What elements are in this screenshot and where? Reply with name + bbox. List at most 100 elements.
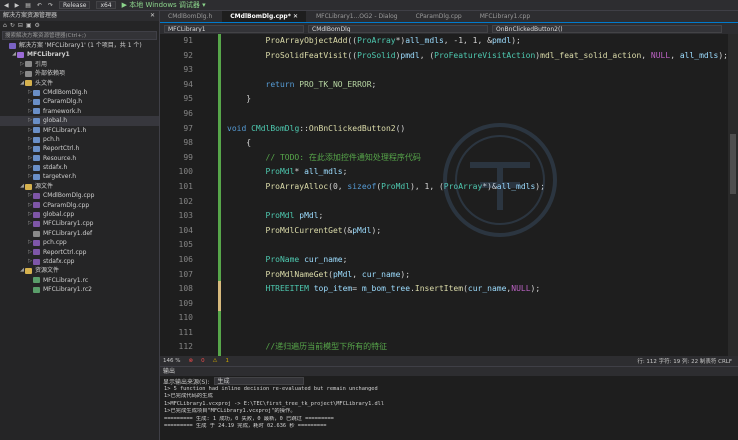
line-number: 108: [178, 284, 193, 294]
tree-item-label: MFCLibrary1.cpp: [43, 220, 94, 228]
solution-explorer-empty-area: [0, 352, 160, 440]
settings-icon[interactable]: ⚙: [35, 22, 40, 29]
tree-item[interactable]: 解决方案 'MFCLibrary1' (1 个项目，共 1 个): [0, 41, 159, 50]
solution-explorer-title-text: 解决方案资源管理器: [3, 12, 58, 19]
h-file-icon: [33, 136, 40, 143]
warning-count[interactable]: 1: [226, 358, 230, 364]
line-number: 103: [178, 211, 193, 221]
tree-item[interactable]: MFCLibrary1.rc: [0, 276, 159, 285]
member-dropdown[interactable]: OnBnClickedButton2(): [492, 24, 722, 33]
code-gutter: [197, 340, 227, 355]
tree-item-label: CParamDlg.cpp: [43, 201, 90, 209]
editor-tab[interactable]: MFCLibrary1.cpp: [472, 11, 538, 22]
error-count[interactable]: 0: [201, 358, 205, 364]
cursor-position: 行: 112 字符: 19 列: 22 制表符 CRLF: [637, 359, 732, 365]
tree-item-label: 头文件: [35, 79, 54, 87]
code-line[interactable]: 110: [160, 311, 728, 326]
line-number: 94: [183, 79, 193, 89]
code-line[interactable]: 111: [160, 326, 728, 341]
tree-item[interactable]: ▷ stdafx.h: [0, 163, 159, 172]
tree-item[interactable]: ▷ CMdlBomDlg.h: [0, 88, 159, 97]
redo-icon[interactable]: ↷: [48, 2, 53, 9]
output-source-select[interactable]: 生成: [213, 377, 304, 385]
solution-search-input[interactable]: 搜索解决方案资源管理器(Ctrl+;): [2, 31, 157, 40]
tree-item[interactable]: ▷ 外部依赖项: [0, 69, 159, 78]
tree-item[interactable]: ▷ CParamDlg.h: [0, 97, 159, 106]
tree-item[interactable]: ▷ global.cpp: [0, 210, 159, 219]
scope-dropdown[interactable]: CMdlBomDlg: [308, 24, 488, 33]
solution-explorer: 解决方案资源管理器 ✕ ⌂ ↻ ⊟ ▣ ⚙ 搜索解决方案资源管理器(Ctrl+;…: [0, 11, 160, 352]
line-number: 102: [178, 196, 193, 206]
tree-item[interactable]: ▷ pch.cpp: [0, 238, 159, 247]
tree-item[interactable]: ◢ 资源文件: [0, 266, 159, 275]
zoom-level[interactable]: 146 %: [163, 358, 180, 364]
line-number: 104: [178, 225, 193, 235]
tree-item[interactable]: ◢ 源文件: [0, 182, 159, 191]
code-text: {: [227, 138, 252, 148]
tree-item-label: 源文件: [35, 182, 54, 190]
code-line[interactable]: 95 }: [160, 92, 728, 107]
configuration-select[interactable]: Release: [58, 1, 91, 9]
tree-item[interactable]: ◢ 头文件: [0, 79, 159, 88]
tree-item[interactable]: ▷ MFCLibrary1.cpp: [0, 219, 159, 228]
tree-item[interactable]: MFCLibrary1.rc2: [0, 285, 159, 294]
tree-item[interactable]: ◢ MFCLibrary1: [0, 50, 159, 59]
code-line[interactable]: 106 ProName cur_name;: [160, 253, 728, 268]
tree-item[interactable]: ▷ ReportCtrl.h: [0, 144, 159, 153]
code-line[interactable]: 109: [160, 297, 728, 312]
code-line[interactable]: 105: [160, 238, 728, 253]
tree-item[interactable]: ▷ 引用: [0, 60, 159, 69]
ref-file-icon: [25, 70, 32, 77]
error-icon: ⊗: [188, 358, 194, 364]
editor-tab[interactable]: CMdlBomDlg.cpp* ✕: [222, 11, 306, 22]
line-number: 92: [183, 50, 193, 60]
collapse-all-icon[interactable]: ⊟: [18, 22, 23, 29]
tree-item[interactable]: ▷ Resource.h: [0, 154, 159, 163]
home-icon[interactable]: ⌂: [3, 22, 7, 29]
ref-file-icon: [25, 61, 32, 68]
code-gutter: [197, 180, 227, 195]
platform-select[interactable]: x64: [96, 1, 116, 9]
scrollbar-thumb[interactable]: [730, 134, 736, 194]
tree-item-label: CParamDlg.h: [43, 98, 83, 106]
output-line: 1>已完成生成项目"MFCLibrary1.vcxproj"的操作。: [164, 408, 296, 415]
tree-item[interactable]: ▷ CMdlBomDlg.cpp: [0, 191, 159, 200]
tree-item[interactable]: ▷ targetver.h: [0, 172, 159, 181]
refresh-icon[interactable]: ↻: [10, 22, 15, 29]
undo-icon[interactable]: ↶: [37, 2, 42, 9]
tree-item[interactable]: ▷ pch.h: [0, 135, 159, 144]
tree-item[interactable]: ▷ MFCLibrary1.h: [0, 126, 159, 135]
back-icon[interactable]: ◀: [4, 2, 9, 9]
code-line[interactable]: 92 ProSolidFeatVisit((ProSolid)pmdl, (Pr…: [160, 49, 728, 64]
code-line[interactable]: 107 ProMdlNameGet(pMdl, cur_name);: [160, 268, 728, 283]
code-gutter: [197, 165, 227, 180]
tree-item[interactable]: ▷ ReportCtrl.cpp: [0, 248, 159, 257]
code-line[interactable]: 93: [160, 63, 728, 78]
close-icon[interactable]: ✕: [150, 11, 155, 21]
code-text: ProMdl pMdl;: [265, 211, 324, 221]
tree-item[interactable]: ▷ CParamDlg.cpp: [0, 201, 159, 210]
start-debugging-button[interactable]: ▶ 本地 Windows 调试器 ▾: [122, 0, 206, 10]
project-dropdown[interactable]: MFCLibrary1: [164, 24, 304, 33]
code-line[interactable]: 112 //递归遍历当前模型下所有的特征: [160, 340, 728, 355]
output-title: 输出: [160, 367, 738, 376]
tree-item[interactable]: ▷ stdafx.cpp: [0, 257, 159, 266]
tree-item[interactable]: ▷ framework.h: [0, 107, 159, 116]
h-file-icon: [33, 108, 40, 115]
code-line[interactable]: 94 return PRO_TK_NO_ERROR;: [160, 78, 728, 93]
forward-icon[interactable]: ▶: [15, 2, 20, 9]
solution-tree: 解决方案 'MFCLibrary1' (1 个项目，共 1 个) ◢ MFCLibr…: [0, 41, 159, 295]
editor-tab[interactable]: CMdlBomDlg.h: [160, 11, 220, 22]
editor-tab[interactable]: CParamDlg.cpp: [408, 11, 470, 22]
tree-item[interactable]: MFCLibrary1.def: [0, 229, 159, 238]
tree-item[interactable]: ▷ global.h: [0, 116, 159, 126]
code-line[interactable]: 108 HTREEITEM top_item= m_bom_tree.Inser…: [160, 282, 728, 297]
tree-item-label: global.cpp: [43, 211, 75, 219]
output-toolbar: 显示输出来源(S): 生成: [160, 376, 738, 386]
show-all-files-icon[interactable]: ▣: [26, 22, 32, 29]
code-line[interactable]: 91 ProArrayObjectAdd((ProArray*)all_mdls…: [160, 34, 728, 49]
save-all-icon[interactable]: ▤: [25, 2, 31, 9]
editor-tab[interactable]: MFCLibrary1...OG2 - Dialog: [308, 11, 406, 22]
proj-file-icon: [17, 52, 24, 59]
editor-vertical-scrollbar[interactable]: [728, 34, 738, 356]
